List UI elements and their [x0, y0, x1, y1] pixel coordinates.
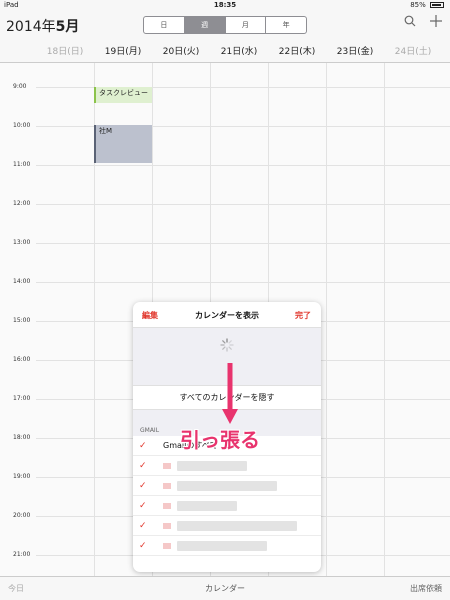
popover-header: 編集 カレンダーを表示 完了 — [133, 302, 321, 328]
tab-day[interactable]: 日 — [144, 17, 185, 33]
calendar-row-label — [177, 540, 267, 551]
checkmark-icon: ✓ — [139, 520, 147, 531]
grid-divider — [326, 63, 327, 576]
search-icon[interactable] — [404, 15, 416, 31]
loading-spinner-icon — [220, 338, 234, 355]
calendar-color-swatch — [163, 522, 171, 529]
checkmark-icon: ✓ — [139, 500, 147, 511]
month-title-month: 5月 — [55, 19, 80, 35]
day-header-thu[interactable]: 22日(木) — [268, 44, 326, 57]
calendar-row-label — [177, 500, 237, 511]
invitations-button[interactable]: 出席依頼 — [410, 583, 442, 594]
add-event-icon[interactable] — [430, 15, 442, 31]
day-header-mon[interactable]: 19日(月) — [94, 44, 152, 57]
calendar-color-swatch — [163, 482, 171, 489]
battery-percent: 85% — [410, 1, 426, 9]
day-header-wed[interactable]: 21日(水) — [210, 44, 268, 57]
nav-icons — [404, 15, 442, 31]
calendar-color-swatch — [163, 542, 171, 549]
battery-indicator: 85% — [410, 1, 444, 9]
event-title: 社M — [99, 127, 113, 135]
grid-divider — [384, 63, 385, 576]
hour-label: 14:00 — [13, 278, 31, 285]
hour-label: 10:00 — [13, 122, 31, 129]
hour-label: 18:00 — [13, 434, 31, 441]
calendar-row-label — [177, 460, 247, 471]
calendars-button[interactable]: カレンダー — [0, 583, 450, 594]
calendar-color-swatch — [163, 502, 171, 509]
month-title[interactable]: 2014年5月 — [6, 16, 79, 36]
hour-label: 16:00 — [13, 356, 31, 363]
event-title: タスクレビュー — [99, 89, 148, 97]
day-header-tue[interactable]: 20日(火) — [152, 44, 210, 57]
down-arrow-icon — [222, 363, 238, 424]
calendar-color-swatch — [163, 462, 171, 469]
day-header-sun[interactable]: 18日(日) — [36, 44, 94, 57]
hour-line — [36, 204, 450, 205]
day-header-fri[interactable]: 23日(金) — [326, 44, 384, 57]
hour-label: 13:00 — [13, 239, 31, 246]
bottom-toolbar: 今日 カレンダー 出席依頼 — [0, 576, 450, 600]
checkmark-icon: ✓ — [139, 460, 147, 471]
tab-year[interactable]: 年 — [266, 17, 306, 33]
hour-line — [36, 165, 450, 166]
hour-label: 9:00 — [13, 83, 27, 90]
calendar-row[interactable]: ✓ — [133, 496, 321, 516]
hour-label: 21:00 — [13, 551, 31, 558]
status-time: 18:35 — [213, 1, 237, 9]
checkmark-icon: ✓ — [139, 540, 147, 551]
battery-icon — [430, 2, 444, 8]
calendar-row[interactable]: ✓ — [133, 536, 321, 556]
calendar-row[interactable]: ✓ — [133, 516, 321, 536]
calendar-row[interactable]: ✓ — [133, 476, 321, 496]
tab-month[interactable]: 月 — [226, 17, 267, 33]
done-button[interactable]: 完了 — [295, 310, 311, 321]
calendar-row-label — [177, 520, 297, 531]
hour-line — [36, 243, 450, 244]
calendar-event[interactable]: タスクレビュー — [94, 87, 152, 103]
day-header-sat[interactable]: 24日(土) — [384, 44, 442, 57]
hour-label: 11:00 — [13, 161, 31, 168]
calendar-row[interactable]: ✓ — [133, 456, 321, 476]
annotation-label: 引っ張る — [180, 428, 260, 452]
hour-label: 17:00 — [13, 395, 31, 402]
popover-title: カレンダーを表示 — [195, 311, 259, 320]
hour-label: 20:00 — [13, 512, 31, 519]
calendar-event[interactable]: 社M — [94, 125, 152, 163]
view-segmented-control: 日 週 月 年 — [143, 16, 307, 34]
nav-bar: 2014年5月 日 週 月 年 — [0, 12, 450, 40]
hour-label: 15:00 — [13, 317, 31, 324]
month-title-year: 2014年 — [6, 19, 56, 35]
day-header: 18日(日) 19日(月) 20日(火) 21日(水) 22日(木) 23日(金… — [0, 40, 450, 60]
status-bar: iPad 18:35 85% — [0, 0, 450, 12]
hour-line — [36, 282, 450, 283]
calendar-row-label — [177, 480, 277, 491]
checkmark-icon: ✓ — [139, 480, 147, 491]
hour-label: 19:00 — [13, 473, 31, 480]
tab-week[interactable]: 週 — [184, 17, 226, 33]
checkmark-icon: ✓ — [139, 440, 147, 451]
hour-label: 12:00 — [13, 200, 31, 207]
